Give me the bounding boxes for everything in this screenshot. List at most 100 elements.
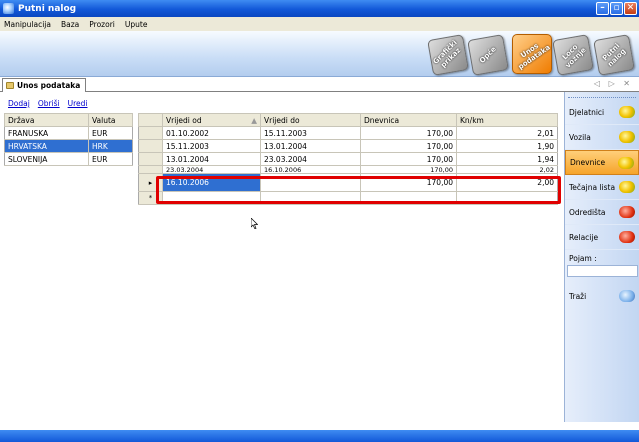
country-cell: FRANUSKA xyxy=(4,126,89,140)
currency-cell: HRK xyxy=(88,139,133,153)
sidebar: Djelatnici Vozila Dnevnice Tečajna lista… xyxy=(564,92,639,422)
countries-table: Država Valuta FRANUSKA EUR HRVATSKA HRK … xyxy=(4,113,133,166)
valid-to-cell[interactable]: 23.03.2004 xyxy=(260,152,361,166)
valid-from-cell[interactable]: 15.11.2003 xyxy=(162,139,261,153)
table-row[interactable]: 13.01.2004 23.03.2004 170,00 1,94 xyxy=(138,152,558,166)
toolbar: Grafički prikaz Opće Unos podataka Loco … xyxy=(0,31,639,77)
valid-to-cell[interactable]: 16.10.2006 xyxy=(260,165,361,174)
tab-data-entry-label: Unos podataka xyxy=(17,81,81,90)
travel-order-button[interactable]: Putni nalog xyxy=(593,34,635,76)
sidebar-item-routes[interactable]: Relacije xyxy=(565,225,639,250)
table-row[interactable]: 01.10.2002 15.11.2003 170,00 2,01 xyxy=(138,126,558,140)
column-header-country[interactable]: Država xyxy=(4,113,89,127)
highlight-box xyxy=(156,176,561,204)
column-header-valid-to[interactable]: Vrijedi do xyxy=(260,113,361,127)
search-input[interactable] xyxy=(567,265,638,277)
sidebar-item-label: Relacije xyxy=(569,232,599,242)
folder-icon xyxy=(6,82,14,89)
delete-link[interactable]: Obriši xyxy=(38,99,60,108)
country-cell: HRVATSKA xyxy=(4,139,89,153)
kn-km-cell[interactable]: 1,90 xyxy=(456,139,558,153)
minimize-button[interactable]: – xyxy=(596,2,609,15)
graphic-view-button[interactable]: Grafički prikaz xyxy=(427,34,469,76)
table-row[interactable]: SLOVENIJA EUR xyxy=(4,152,133,166)
sidebar-item-exchange-rates[interactable]: Tečajna lista xyxy=(565,175,639,200)
data-entry-button[interactable]: Unos podataka xyxy=(512,34,552,74)
allowance-cell[interactable]: 170,00 xyxy=(360,152,457,166)
title-bar: Putni nalog – ▫ ✕ xyxy=(0,0,639,17)
menu-baza[interactable]: Baza xyxy=(61,20,79,29)
table-row[interactable]: FRANUSKA EUR xyxy=(4,126,133,140)
column-header-valid-from[interactable]: Vrijedi od ▲ xyxy=(162,113,261,127)
table-row[interactable]: 15.11.2003 13.01.2004 170,00 1,90 xyxy=(138,139,558,153)
menu-manipulacija[interactable]: Manipulacija xyxy=(4,20,51,29)
maximize-button[interactable]: ▫ xyxy=(610,2,623,15)
row-header[interactable] xyxy=(138,126,163,140)
destination-icon xyxy=(619,206,635,218)
menu-prozori[interactable]: Prozori xyxy=(89,20,115,29)
tab-data-entry[interactable]: Unos podataka xyxy=(2,78,87,92)
sort-arrow-icon: ▲ xyxy=(251,115,257,125)
search-term-label: Pojam : xyxy=(569,254,597,263)
table-row-partially-hidden[interactable]: 23.03.2004 16.10.2006 170,00 2,02 xyxy=(138,165,558,174)
general-label: Opće xyxy=(478,45,498,65)
loco-drives-button[interactable]: Loco vožnje xyxy=(552,34,594,76)
taskbar xyxy=(0,430,639,442)
kn-km-cell[interactable]: 2,02 xyxy=(456,165,558,174)
document-tab-strip: Unos podataka ◁ ▷ ✕ xyxy=(0,78,639,92)
menu-bar: Manipulacija Baza Prozori Upute xyxy=(0,17,639,31)
allowance-cell[interactable]: 170,00 xyxy=(360,165,457,174)
kn-km-cell[interactable]: 1,94 xyxy=(456,152,558,166)
allowance-icon xyxy=(618,156,634,169)
valid-from-cell[interactable]: 13.01.2004 xyxy=(162,152,261,166)
allowance-cell[interactable]: 170,00 xyxy=(360,126,457,140)
sidebar-item-label: Vozila xyxy=(569,132,591,142)
search-button[interactable]: Traži xyxy=(565,284,639,309)
valid-from-cell[interactable]: 01.10.2002 xyxy=(162,126,261,140)
valid-to-cell[interactable]: 13.01.2004 xyxy=(260,139,361,153)
currency-cell: EUR xyxy=(88,126,133,140)
app-icon xyxy=(3,3,14,14)
row-header[interactable] xyxy=(138,152,163,166)
car-icon xyxy=(619,131,635,143)
edit-link[interactable]: Uredi xyxy=(68,99,88,108)
route-icon xyxy=(619,231,635,243)
allowance-cell[interactable]: 170,00 xyxy=(360,139,457,153)
currency-cell: EUR xyxy=(88,152,133,166)
sidebar-item-destinations[interactable]: Odredišta xyxy=(565,200,639,225)
valid-from-cell[interactable]: 23.03.2004 xyxy=(162,165,261,174)
travel-order-label: Putni nalog xyxy=(600,41,628,69)
add-link[interactable]: Dodaj xyxy=(8,99,30,108)
kn-km-cell[interactable]: 2,01 xyxy=(456,126,558,140)
window-title: Putni nalog xyxy=(18,3,77,14)
graphic-view-label: Grafički prikaz xyxy=(431,38,463,70)
sidebar-separator xyxy=(568,94,636,98)
mouse-cursor-icon xyxy=(251,218,258,229)
sidebar-item-label: Djelatnici xyxy=(569,107,605,117)
action-links: Dodaj Obriši Uredi xyxy=(8,99,88,108)
column-header-kn-km[interactable]: Kn/km xyxy=(456,113,558,127)
sidebar-item-label: Odredišta xyxy=(569,207,606,217)
general-button[interactable]: Opće xyxy=(467,34,509,76)
sidebar-item-employees[interactable]: Djelatnici xyxy=(565,100,639,125)
sidebar-item-label: Tečajna lista xyxy=(569,182,616,192)
sidebar-item-vehicles[interactable]: Vozila xyxy=(565,125,639,150)
row-header[interactable] xyxy=(138,165,163,174)
column-header-currency[interactable]: Valuta xyxy=(88,113,133,127)
exchange-icon xyxy=(619,181,635,193)
row-header-corner xyxy=(138,113,163,127)
column-header-allowance[interactable]: Dnevnica xyxy=(360,113,457,127)
country-cell: SLOVENIJA xyxy=(4,152,89,166)
table-row-selected[interactable]: HRVATSKA HRK xyxy=(4,139,133,153)
row-header[interactable] xyxy=(138,139,163,153)
sidebar-item-allowances[interactable]: Dnevnice xyxy=(565,150,639,175)
window-controls: – ▫ ✕ xyxy=(596,2,637,15)
menu-upute[interactable]: Upute xyxy=(125,20,148,29)
close-button[interactable]: ✕ xyxy=(624,2,637,15)
data-entry-label: Unos podataka xyxy=(516,41,552,72)
tab-navigation-controls[interactable]: ◁ ▷ ✕ xyxy=(594,79,633,88)
valid-to-cell[interactable]: 15.11.2003 xyxy=(260,126,361,140)
search-button-label: Traži xyxy=(569,291,587,301)
people-icon xyxy=(619,106,635,118)
loco-drives-label: Loco vožnje xyxy=(560,42,588,70)
